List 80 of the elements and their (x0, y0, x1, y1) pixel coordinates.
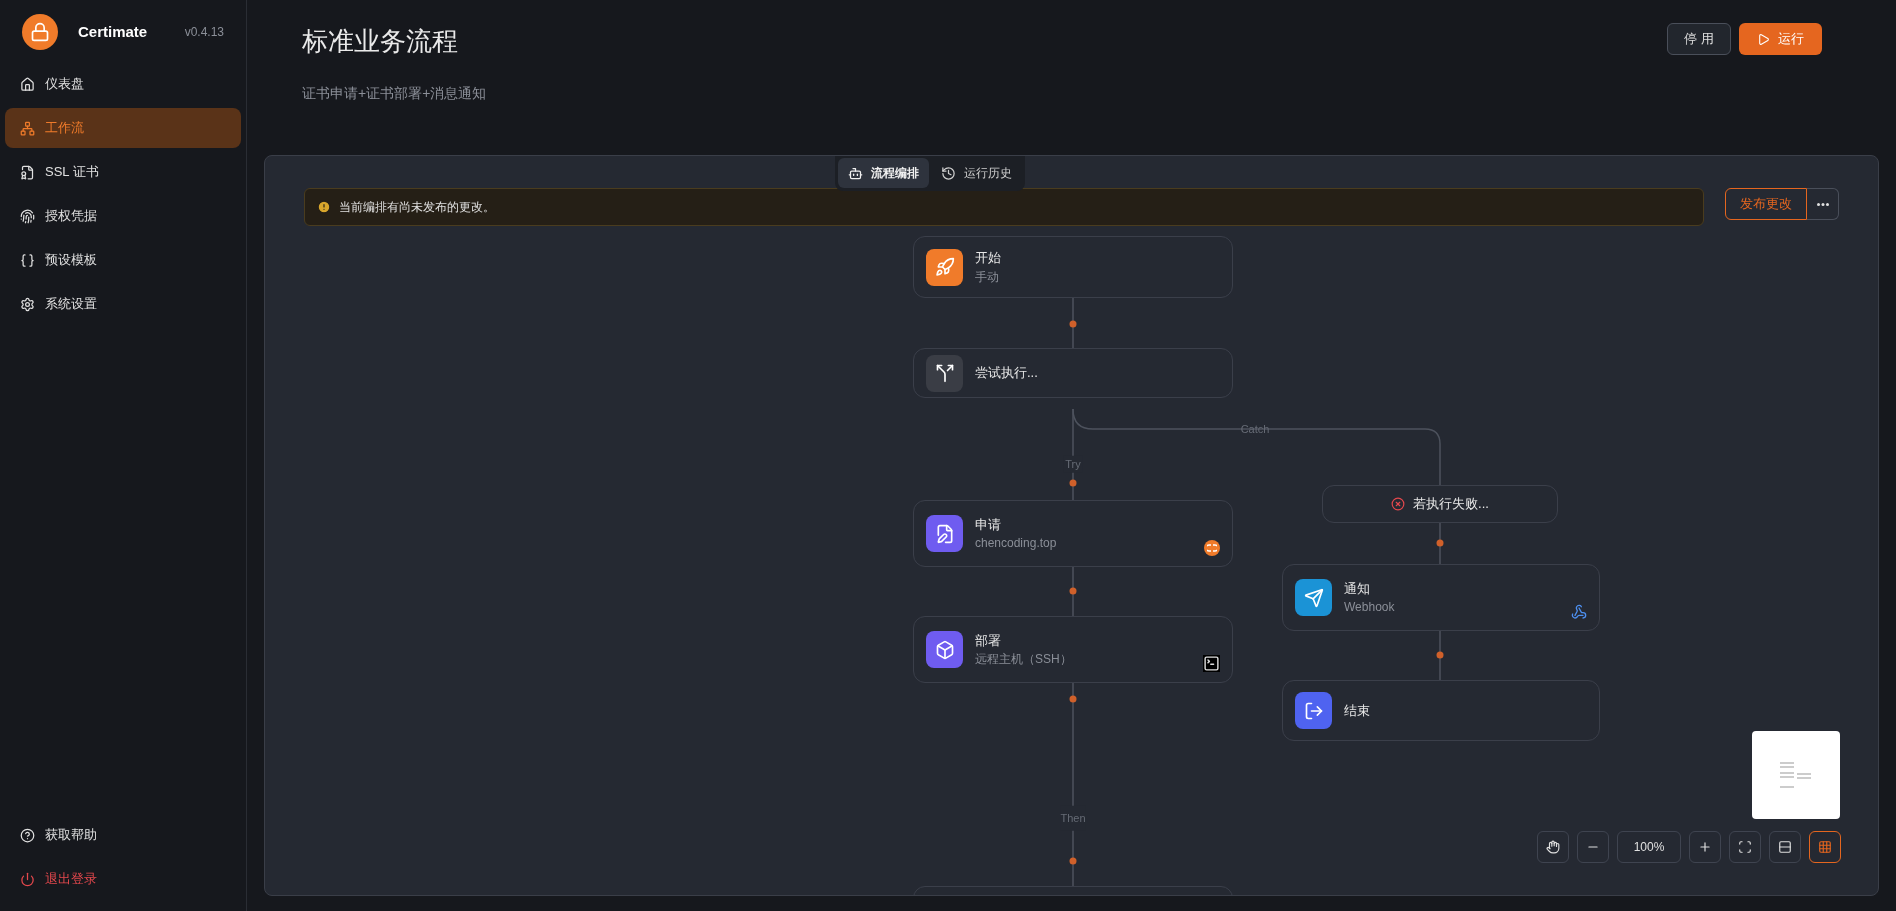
junction-dot (1436, 651, 1444, 659)
node-title: 通知 (1344, 579, 1371, 598)
terminal-icon (1203, 655, 1220, 672)
flow-node[interactable]: 尝试执行... (913, 348, 1233, 398)
junction-dot (1069, 695, 1077, 703)
node-subtitle: 手动 (975, 268, 1000, 286)
node-subtitle: Webhook (1344, 599, 1396, 617)
junction-dot (1069, 320, 1077, 328)
gear-icon (20, 296, 35, 312)
lock-logo-icon (22, 14, 58, 50)
zoom-level: 100% (1617, 831, 1681, 863)
node-subtitle: 远程主机（SSH） (975, 651, 1073, 669)
rocket-icon (926, 248, 963, 286)
braces-icon (20, 252, 35, 268)
certificate-icon (20, 164, 35, 180)
sidebar-item[interactable]: 获取帮助 (5, 815, 241, 855)
node-title: 结束 (1344, 701, 1371, 720)
flow-node[interactable]: 开始 手动 (913, 236, 1233, 298)
network-icon (20, 120, 35, 136)
flow-node[interactable]: 申请 chencoding.top (913, 500, 1233, 567)
flow-node[interactable]: 部署 远程主机（SSH） (913, 616, 1233, 683)
fit-view-button[interactable] (1729, 831, 1761, 863)
document-pen-icon (926, 515, 963, 552)
node-title: 开始 (975, 249, 1002, 268)
robot-icon (848, 165, 863, 181)
layout-icon (1778, 840, 1792, 854)
warning-icon (317, 200, 331, 214)
more-button[interactable] (1807, 188, 1839, 220)
send-icon (1295, 579, 1332, 616)
fingerprint-icon (20, 208, 35, 224)
brand-name: Certimate (78, 21, 148, 42)
edge-label: Catch (1240, 421, 1270, 437)
notice-text: 当前编排有尚未发布的更改。 (339, 199, 495, 216)
history-icon (941, 165, 956, 181)
junction-dot (1069, 587, 1077, 595)
error-circle-icon (1391, 497, 1406, 511)
fit-view-icon (1738, 840, 1752, 854)
hand-icon (1546, 840, 1560, 854)
flow-node[interactable]: 通知 Webhook (1282, 564, 1600, 631)
node-title: 申请 (975, 515, 1002, 534)
sidebar-item[interactable]: 仪表盘 (5, 64, 241, 104)
publish-button[interactable]: 发布更改 (1725, 188, 1807, 220)
sidebar-item[interactable]: 系统设置 (5, 284, 241, 324)
plus-icon (1698, 840, 1712, 854)
catch-node[interactable]: 若执行失败... (1322, 485, 1558, 523)
sidebar-item[interactable]: 预设模板 (5, 240, 241, 280)
play-icon (1757, 32, 1770, 46)
page-title: 标准业务流程 (302, 25, 459, 58)
grid-icon (1818, 840, 1832, 854)
view-tab[interactable]: 运行历史 (931, 158, 1022, 188)
webhook-icon (1571, 604, 1587, 620)
page-subtitle: 证书申请+证书部署+消息通知 (302, 84, 487, 103)
power-icon (20, 871, 35, 887)
disable-button[interactable]: 停 用 (1667, 23, 1731, 55)
node-title: 尝试执行... (975, 364, 1039, 383)
version-label: v0.4.13 (184, 24, 224, 41)
junction-dot (1069, 479, 1077, 487)
zoom-in-button[interactable] (1689, 831, 1721, 863)
view-tab[interactable]: 流程编排 (838, 158, 929, 188)
node-title: 若执行失败... (1413, 495, 1489, 514)
junction-dot (1069, 857, 1077, 865)
more-icon (1816, 202, 1829, 206)
help-icon (20, 827, 35, 843)
edge-label: Try (1063, 455, 1083, 473)
sidebar-item[interactable]: SSL 证书 (5, 152, 241, 192)
minimap-button[interactable] (1809, 831, 1841, 863)
junction-dot (1436, 539, 1444, 547)
node-subtitle: chencoding.top (975, 535, 1058, 553)
exit-icon (1295, 692, 1332, 729)
edge-label: Then (1060, 805, 1086, 831)
node-title: 部署 (975, 631, 1002, 650)
sidebar-item[interactable]: 授权凭据 (5, 196, 241, 236)
logout-link[interactable]: 退出登录 (5, 859, 241, 899)
flow-node[interactable]: 结束 (1282, 680, 1600, 741)
sidebar-item[interactable]: 工作流 (5, 108, 241, 148)
home-icon (20, 76, 35, 92)
link-badge-icon (1204, 540, 1220, 556)
package-icon (926, 631, 963, 668)
pan-button[interactable] (1537, 831, 1569, 863)
layout-button[interactable] (1769, 831, 1801, 863)
